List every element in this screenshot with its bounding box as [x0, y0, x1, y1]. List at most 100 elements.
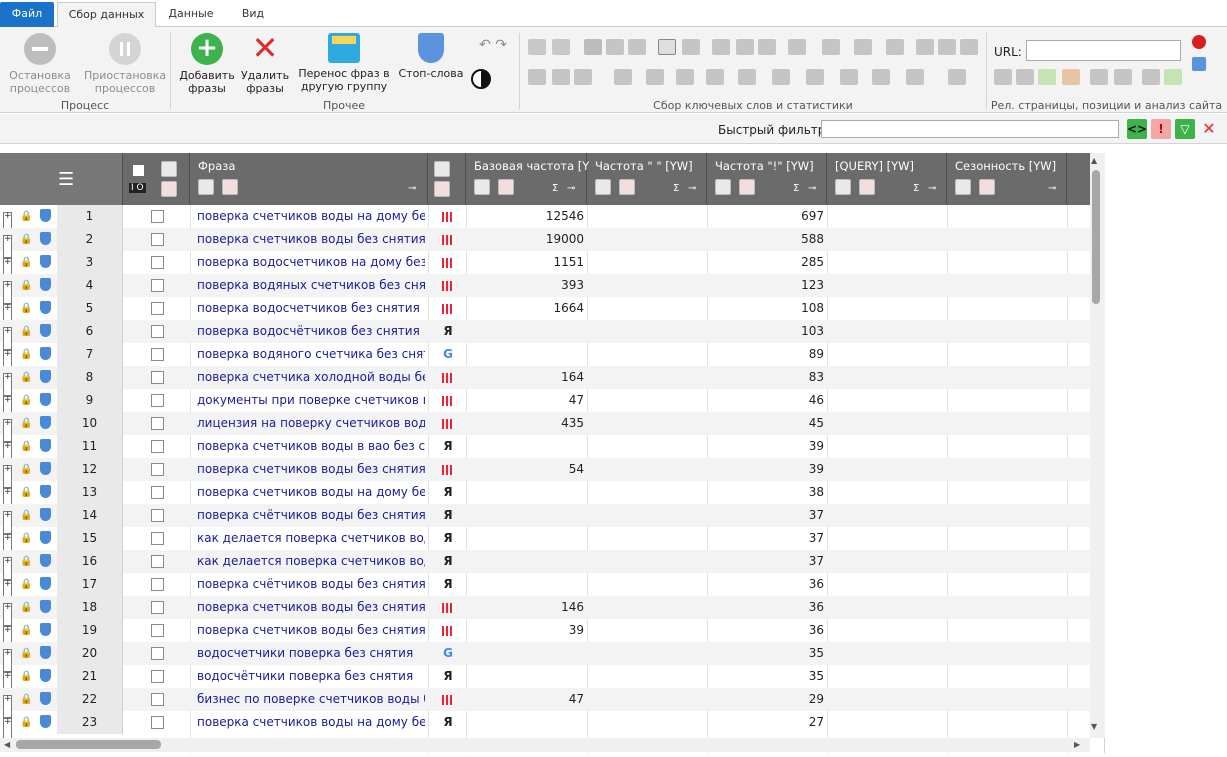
lock-icon[interactable]: 🔒 [20, 274, 32, 297]
trend-icon[interactable] [736, 39, 754, 55]
mail-icon[interactable] [806, 69, 824, 85]
lock-icon[interactable]: 🔒 [20, 504, 32, 527]
pin-icon[interactable]: ⊸ [928, 183, 936, 194]
filter-clear-button[interactable]: ✕ [1199, 119, 1219, 139]
phrase-cell[interactable]: поверка счетчиков воды на дому без сня [197, 205, 425, 228]
select-column-header[interactable]: I O [123, 153, 190, 205]
phrase-cell[interactable]: поверка счетчиков воды без снятия [197, 228, 425, 251]
table-row[interactable]: +🔒19поверка счетчиков воды без снятия в … [0, 619, 1090, 649]
row-checkbox[interactable] [151, 578, 164, 591]
eye-icon[interactable] [772, 69, 790, 85]
phrase-cell[interactable]: поверка водосчетчиков на дому без снят [197, 251, 425, 274]
contrast-icon[interactable] [471, 69, 491, 89]
lock-icon[interactable]: 🔒 [20, 711, 32, 734]
tab-data[interactable]: Данные [162, 2, 220, 27]
feather-icon[interactable] [676, 69, 694, 85]
area-chart-icon[interactable] [822, 39, 840, 55]
lock-icon[interactable]: 🔒 [20, 412, 32, 435]
table-row[interactable]: +🔒15как делается поверка счетчиков воды … [0, 527, 1090, 557]
row-checkbox[interactable] [151, 716, 164, 729]
phrase-cell[interactable]: поверка счетчиков воды в вао без сняти [197, 435, 425, 458]
record-icon[interactable] [1192, 35, 1206, 49]
lock-icon[interactable]: 🔒 [20, 596, 32, 619]
row-checkbox[interactable] [151, 417, 164, 430]
circle-icon[interactable] [528, 69, 546, 85]
row-checkbox[interactable] [151, 325, 164, 338]
filter-icon[interactable] [715, 179, 731, 195]
c-icon[interactable] [584, 39, 602, 55]
phrase-cell[interactable]: поверка счетчиков воды без снятия приб [197, 596, 425, 619]
grid-icon[interactable] [552, 69, 570, 85]
overflow-column-header[interactable] [1067, 153, 1090, 205]
row-checkbox[interactable] [151, 647, 164, 660]
eraser-icon[interactable] [1062, 69, 1080, 85]
search-icon[interactable] [788, 39, 806, 55]
pin-icon[interactable]: ⊸ [688, 183, 696, 194]
lock-icon[interactable]: 🔒 [20, 320, 32, 343]
se-rp-icon[interactable] [574, 69, 592, 85]
pin-icon[interactable]: ⊸ [408, 183, 416, 194]
row-checkbox[interactable] [151, 532, 164, 545]
check-icon[interactable] [886, 39, 904, 55]
scroll-down-icon[interactable]: ▼ [1091, 722, 1097, 731]
row-checkbox[interactable] [151, 440, 164, 453]
table-row[interactable]: +🔒10лицензия на поверку счетчиков воды б… [0, 412, 1090, 442]
phrase-cell[interactable]: поверка счетчиков воды без снятия в вас [197, 458, 425, 481]
sum-icon[interactable]: Σ [913, 183, 919, 194]
clear-filter-icon[interactable] [498, 179, 514, 195]
table-row[interactable]: + 🔒 5 поверка водосчетчиков без снятия 1664 1… [0, 297, 1090, 327]
filter-icon[interactable] [198, 179, 214, 195]
row-checkbox[interactable] [151, 348, 164, 361]
undo-redo-icon[interactable]: ↶ ↷ [471, 38, 515, 52]
table-row[interactable]: +🔒18поверка счетчиков воды без снятия пр… [0, 596, 1090, 626]
filter-icon[interactable] [955, 179, 971, 195]
clear-filter-icon[interactable] [161, 181, 177, 197]
table-row[interactable]: + 🔒 6 поверка водосчётчиков без снятия Я 103 [0, 320, 1090, 350]
row-checkbox[interactable] [151, 555, 164, 568]
filter-icon[interactable] [434, 161, 450, 177]
xls2-icon[interactable] [1164, 69, 1182, 85]
seasonality-column-header[interactable]: Сезонность [YW] ⊸ [947, 153, 1067, 205]
phrase-cell[interactable]: поверка счетчиков воды на дому без сня [197, 711, 425, 734]
phrase-cell[interactable]: как делается поверка счетчиков воды на [197, 550, 425, 573]
phrase-cell[interactable]: поверка счетчиков воды на дому без сня [197, 481, 425, 504]
table-row[interactable]: +🔒1поверка счетчиков воды на дому без сн… [0, 205, 1090, 235]
quick-filter-input[interactable] [821, 120, 1119, 138]
lock-icon[interactable]: 🔒 [20, 458, 32, 481]
filter-code-button[interactable]: <> [1127, 119, 1147, 139]
clear-filter-icon[interactable] [739, 179, 755, 195]
filter-exclaim-button[interactable]: ! [1151, 119, 1171, 139]
lock-icon[interactable]: 🔒 [20, 573, 32, 596]
phrase-cell[interactable]: бизнес по поверке счетчиков воды без с [197, 688, 425, 711]
settings-column-header[interactable]: ☰ [0, 153, 123, 205]
sum-icon[interactable]: Σ [673, 183, 679, 194]
eight-icon[interactable] [1016, 69, 1034, 85]
lock-icon[interactable]: 🔒 [20, 251, 32, 274]
sum-icon[interactable]: Σ [552, 183, 558, 194]
lock-icon[interactable]: 🔒 [20, 527, 32, 550]
query-column-header[interactable]: [QUERY] [YW] Σ ⊸ [827, 153, 947, 205]
select-all-checkbox[interactable] [133, 165, 144, 176]
row-checkbox[interactable] [151, 371, 164, 384]
group-icon[interactable] [606, 39, 624, 55]
table-row[interactable]: +🔒17поверка счётчиков воды без снятия пр… [0, 573, 1090, 603]
phrase-cell[interactable]: водосчётчики поверка без снятия [197, 665, 425, 688]
lock-icon[interactable]: 🔒 [20, 481, 32, 504]
xls-icon[interactable] [1038, 69, 1056, 85]
lock-icon[interactable]: 🔒 [20, 619, 32, 642]
phrase-cell[interactable]: поверка водяного счетчика без снятия [197, 343, 425, 366]
base-frequency-column-header[interactable]: Базовая частота [Y Σ ⊸ [466, 153, 589, 205]
hand-icon[interactable] [938, 39, 956, 55]
phrase-cell[interactable]: документы при поверке счетчиков воды [197, 389, 425, 412]
phrase-cell[interactable]: как делается поверка счетчиков воды бе [197, 527, 425, 550]
lock-icon[interactable]: 🔒 [20, 642, 32, 665]
phrase-cell[interactable]: поверка счётчиков воды без снятия приб [197, 573, 425, 596]
lock-icon[interactable]: 🔒 [20, 228, 32, 251]
arrow-icon[interactable] [872, 69, 890, 85]
phrase-cell[interactable]: поверка водосчётчиков без снятия [197, 320, 425, 343]
row-checkbox[interactable] [151, 302, 164, 315]
delete-phrases-button[interactable]: ✕ Удалить фразы [240, 32, 290, 95]
ya-icon[interactable] [1142, 69, 1160, 85]
yandex-rel-icon[interactable] [1090, 69, 1108, 85]
lock-icon[interactable]: 🔒 [20, 550, 32, 573]
